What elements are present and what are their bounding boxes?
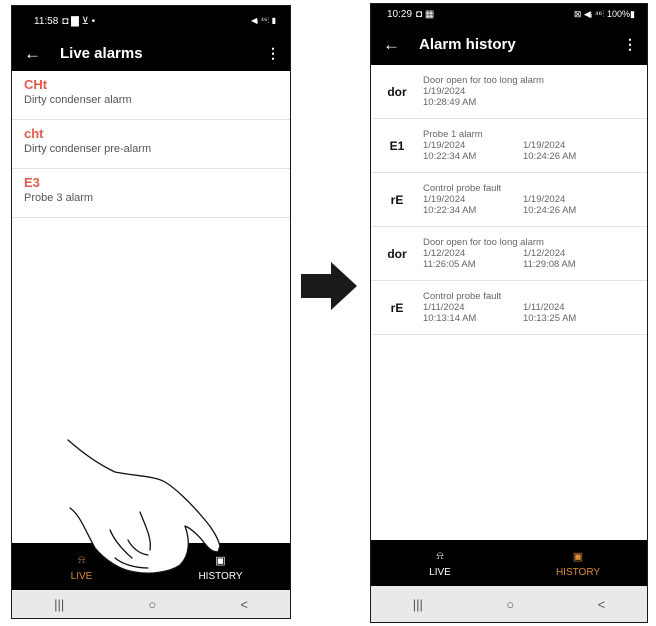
history-list-item[interactable]: rE Control probe fault 1/19/2024 10:22:3… (371, 173, 647, 227)
more-options-icon[interactable]: ⋮ (266, 45, 280, 62)
start-date: 1/19/2024 (423, 140, 466, 151)
status-time: 10:29 (387, 8, 413, 20)
alarm-code: cht (24, 126, 44, 141)
tab-live[interactable]: ⍾ LIVE (371, 540, 509, 588)
page-title: Alarm history (419, 36, 516, 53)
history-list-item[interactable]: dor Door open for too long alarm 1/12/20… (371, 227, 647, 281)
app-bar: ← Alarm history ⋮ (371, 24, 647, 65)
recents-icon[interactable]: ||| (54, 597, 64, 612)
alarm-code: CHt (24, 77, 48, 92)
start-time: 11:26:05 AM (423, 259, 476, 270)
back-arrow-icon[interactable]: ← (24, 44, 44, 64)
alarm-list: CHt Dirty condenser alarm cht Dirty cond… (12, 71, 290, 218)
alarm-description: Dirty condenser pre-alarm (24, 143, 152, 155)
alarm-code: dor (387, 246, 407, 261)
start-date: 1/12/2024 (423, 248, 466, 259)
alarm-code: rE (390, 300, 404, 315)
status-icons: ◘ ▦ (416, 8, 435, 20)
end-time: 10:24:26 AM (523, 205, 577, 216)
alarm-description: Control probe fault (423, 183, 502, 194)
back-icon[interactable]: < (240, 597, 248, 612)
end-date: 1/19/2024 (523, 140, 566, 151)
alarm-list-item[interactable]: CHt Dirty condenser alarm (12, 71, 290, 120)
start-date: 1/19/2024 (423, 86, 466, 97)
recents-icon[interactable]: ||| (413, 597, 423, 612)
status-signal-icons: ◀ᵢ ⁴⁶⫶ ▮ (251, 16, 276, 25)
alarm-description: Door open for too long alarm (423, 237, 544, 248)
status-icons: ◘ ▇ ⊻ • (62, 15, 96, 27)
alarm-list-item[interactable]: cht Dirty condenser pre-alarm (12, 120, 290, 169)
back-icon[interactable]: < (598, 597, 606, 612)
home-icon[interactable]: ○ (506, 597, 514, 612)
tab-history[interactable]: ▣ HISTORY (509, 540, 647, 588)
right-arrow-icon (301, 262, 357, 310)
tab-history-label: HISTORY (555, 567, 601, 578)
alarm-description: Dirty condenser alarm (24, 94, 132, 106)
history-list-item[interactable]: rE Control probe fault 1/11/2024 10:13:1… (371, 281, 647, 335)
end-time: 10:13:25 AM (523, 313, 577, 324)
start-time: 10:22:34 AM (423, 151, 477, 162)
history-list-item[interactable]: dor Door open for too long alarm 1/19/20… (371, 65, 647, 119)
history-list-item[interactable]: E1 Probe 1 alarm 1/19/2024 10:22:34 AM 1… (371, 119, 647, 173)
alarm-code: E3 (24, 175, 40, 190)
system-navigation-bar: ||| ○ < (371, 586, 647, 622)
history-icon: ▣ (572, 551, 584, 563)
alarm-code: dor (387, 84, 407, 99)
bottom-navigation: ⍾ LIVE ▣ HISTORY (371, 540, 647, 588)
status-bar: 10:29 ◘ ▦ ⊠ ◀ᵢ ⁴⁶⫶ 100%▮ (371, 4, 647, 24)
system-navigation-bar: ||| ○ < (12, 590, 290, 618)
history-list: dor Door open for too long alarm 1/19/20… (371, 65, 647, 335)
alarm-code: rE (390, 192, 404, 207)
alarm-history-screen: 10:29 ◘ ▦ ⊠ ◀ᵢ ⁴⁶⫶ 100%▮ ← Alarm history… (370, 3, 648, 623)
start-date: 1/11/2024 (423, 302, 465, 313)
alarm-description: Probe 1 alarm (423, 129, 483, 140)
pointing-hand-illustration (67, 439, 221, 574)
tab-live-label: LIVE (429, 567, 451, 578)
status-signal-icons: ⊠ ◀ᵢ ⁴⁶⫶ 100%▮ (573, 8, 635, 19)
back-arrow-icon[interactable]: ← (383, 35, 403, 55)
end-date: 1/11/2024 (523, 302, 565, 313)
app-bar: ← Live alarms ⋮ (12, 36, 290, 71)
status-bar: 11:58 ◘ ▇ ⊻ • ◀ᵢ ⁴⁶⫶ ▮ (12, 6, 290, 36)
alarm-list-item[interactable]: E3 Probe 3 alarm (12, 169, 290, 218)
page-title: Live alarms (60, 45, 143, 62)
end-time: 11:29:08 AM (523, 259, 576, 270)
start-time: 10:22:34 AM (423, 205, 477, 216)
alarm-description: Door open for too long alarm (423, 75, 544, 86)
start-time: 10:28:49 AM (423, 97, 477, 108)
end-date: 1/12/2024 (523, 248, 566, 259)
alarm-description: Probe 3 alarm (24, 192, 94, 204)
alarm-description: Control probe fault (423, 291, 502, 302)
end-time: 10:24:26 AM (523, 151, 577, 162)
home-icon[interactable]: ○ (148, 597, 156, 612)
more-options-icon[interactable]: ⋮ (623, 36, 637, 53)
alarm-icon: ⍾ (436, 550, 444, 562)
end-date: 1/19/2024 (523, 194, 566, 205)
start-time: 10:13:14 AM (423, 313, 477, 324)
alarm-code: E1 (389, 138, 405, 153)
start-date: 1/19/2024 (423, 194, 466, 205)
status-time: 11:58 (34, 15, 59, 27)
